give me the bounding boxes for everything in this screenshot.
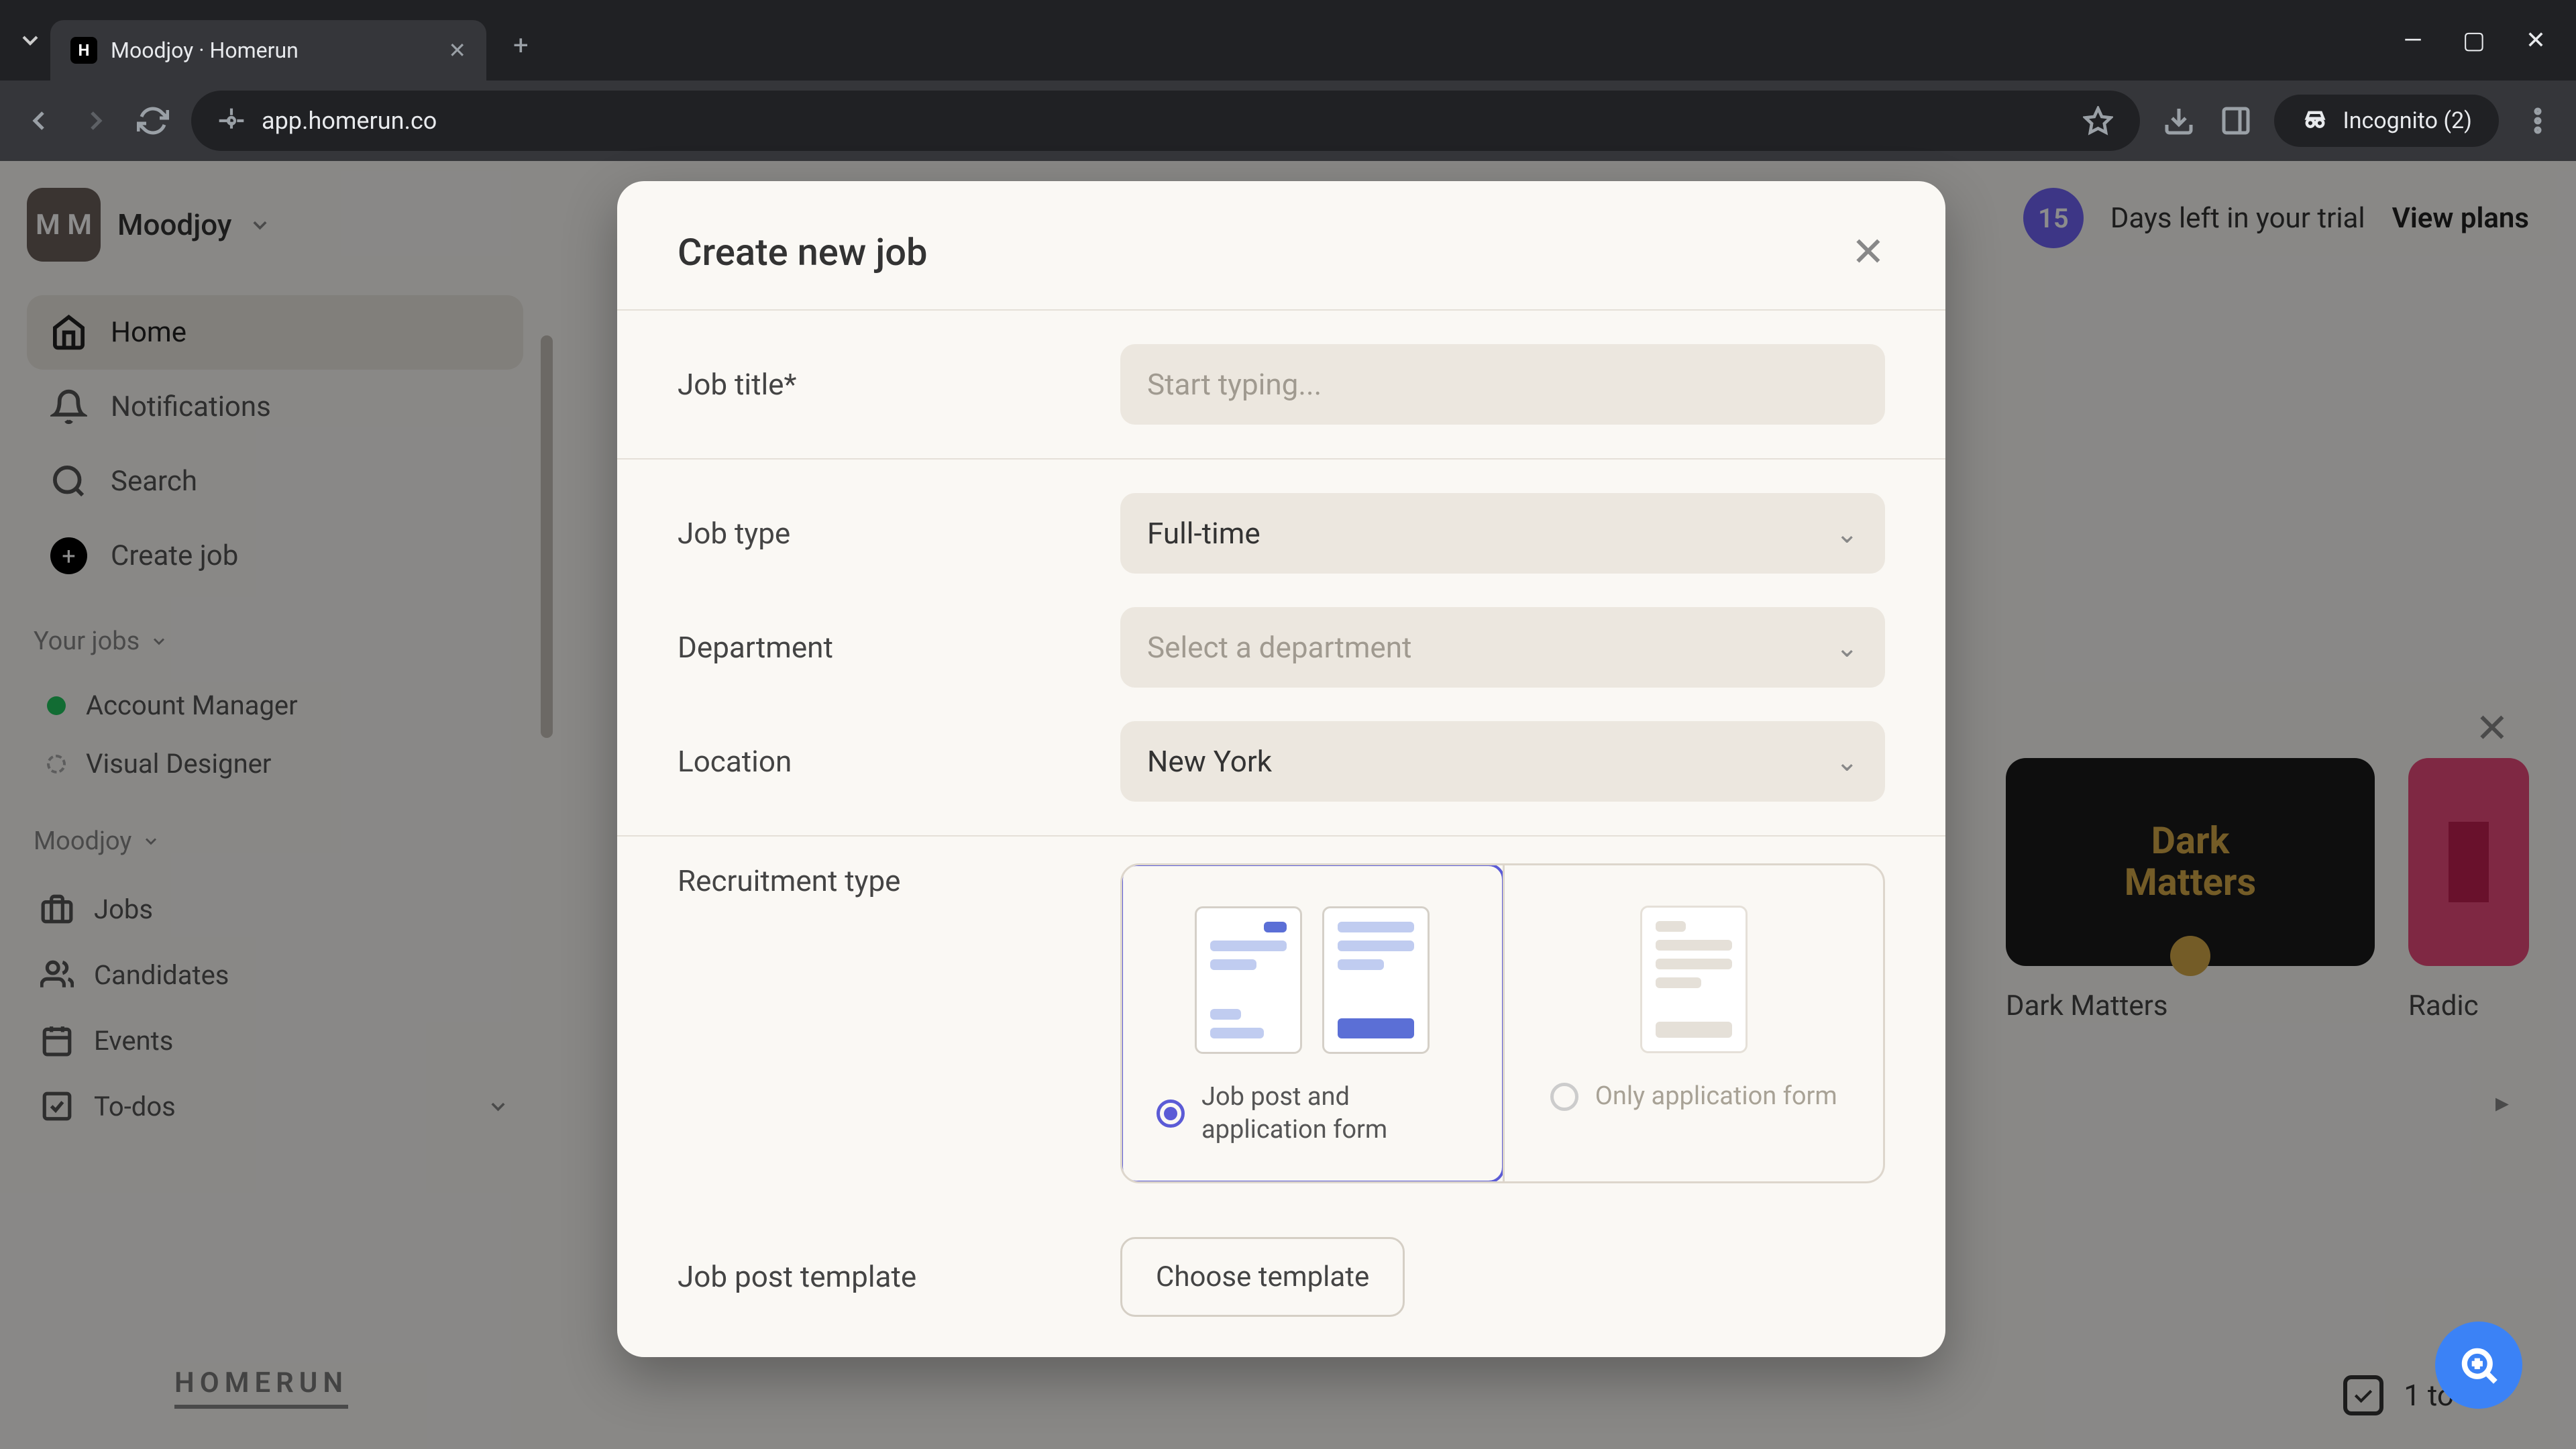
browser-menu-icon[interactable] xyxy=(2519,103,2556,140)
incognito-indicator[interactable]: Incognito (2) xyxy=(2274,95,2499,147)
app-viewport: M M Moodjoy Home Notifications Search + … xyxy=(0,161,2576,1449)
url-text: app.homerun.co xyxy=(262,107,437,135)
tab-search-dropdown[interactable] xyxy=(10,20,50,60)
back-button[interactable] xyxy=(20,103,57,140)
site-settings-icon[interactable] xyxy=(218,107,245,134)
chevron-down-icon: ⌄ xyxy=(1835,746,1858,777)
incognito-label: Incognito (2) xyxy=(2343,107,2472,134)
address-bar[interactable]: app.homerun.co xyxy=(191,91,2140,151)
downloads-icon[interactable] xyxy=(2160,103,2197,140)
modal-close-button[interactable]: ✕ xyxy=(1851,228,1885,276)
radio-selected-icon xyxy=(1157,1099,1185,1128)
tab-close-icon[interactable]: ✕ xyxy=(448,38,466,63)
chevron-down-icon: ⌄ xyxy=(1835,632,1858,663)
location-label: Location xyxy=(678,744,1120,779)
close-window-icon[interactable]: ✕ xyxy=(2526,26,2546,54)
window-controls: — ▢ ✕ xyxy=(2404,26,2566,54)
create-job-modal: Create new job ✕ Job title* Job type Ful… xyxy=(617,181,1945,1357)
department-label: Department xyxy=(678,630,1120,665)
department-select[interactable]: Select a department ⌄ xyxy=(1120,607,1885,688)
rec-opt2-label: Only application form xyxy=(1595,1080,1837,1113)
tab-favicon-icon: H xyxy=(70,37,97,64)
browser-tab[interactable]: H Moodjoy · Homerun ✕ xyxy=(50,20,486,80)
tab-title: Moodjoy · Homerun xyxy=(111,38,299,63)
radio-unselected-icon xyxy=(1550,1083,1578,1111)
reload-button[interactable] xyxy=(134,103,171,140)
job-type-label: Job type xyxy=(678,516,1120,551)
job-title-input[interactable] xyxy=(1120,344,1885,425)
rec-opt1-label: Job post and application form xyxy=(1201,1081,1468,1147)
recruitment-option-form-only[interactable]: Only application form xyxy=(1503,865,1884,1181)
job-type-value: Full-time xyxy=(1147,516,1260,551)
incognito-icon xyxy=(2301,107,2329,135)
forward-button[interactable] xyxy=(77,103,114,140)
choose-template-button[interactable]: Choose template xyxy=(1120,1237,1405,1317)
option-illustration xyxy=(1640,906,1748,1053)
chevron-down-icon: ⌄ xyxy=(1835,518,1858,549)
job-type-select[interactable]: Full-time ⌄ xyxy=(1120,493,1885,574)
new-tab-button[interactable]: + xyxy=(513,30,529,61)
minimize-icon[interactable]: — xyxy=(2404,26,2422,54)
job-post-template-label: Job post template xyxy=(678,1259,1120,1294)
browser-tab-strip: H Moodjoy · Homerun ✕ + — ▢ ✕ xyxy=(0,0,2576,80)
option-illustration xyxy=(1195,906,1430,1054)
job-title-label: Job title* xyxy=(678,367,1120,402)
department-placeholder: Select a department xyxy=(1147,630,1411,665)
bookmark-star-icon[interactable] xyxy=(2083,106,2113,136)
help-fab[interactable] xyxy=(2435,1322,2522,1409)
zoom-search-icon xyxy=(2457,1344,2501,1387)
modal-title: Create new job xyxy=(678,230,928,274)
location-value: New York xyxy=(1147,744,1272,779)
location-select[interactable]: New York ⌄ xyxy=(1120,721,1885,802)
recruitment-type-options: Job post and application form Only appli… xyxy=(1120,863,1885,1183)
side-panel-icon[interactable] xyxy=(2217,103,2254,140)
browser-toolbar: app.homerun.co Incognito (2) xyxy=(0,80,2576,161)
recruitment-type-label: Recruitment type xyxy=(678,863,1120,898)
recruitment-option-job-post-and-form[interactable]: Job post and application form xyxy=(1120,863,1505,1183)
maximize-icon[interactable]: ▢ xyxy=(2463,26,2485,54)
